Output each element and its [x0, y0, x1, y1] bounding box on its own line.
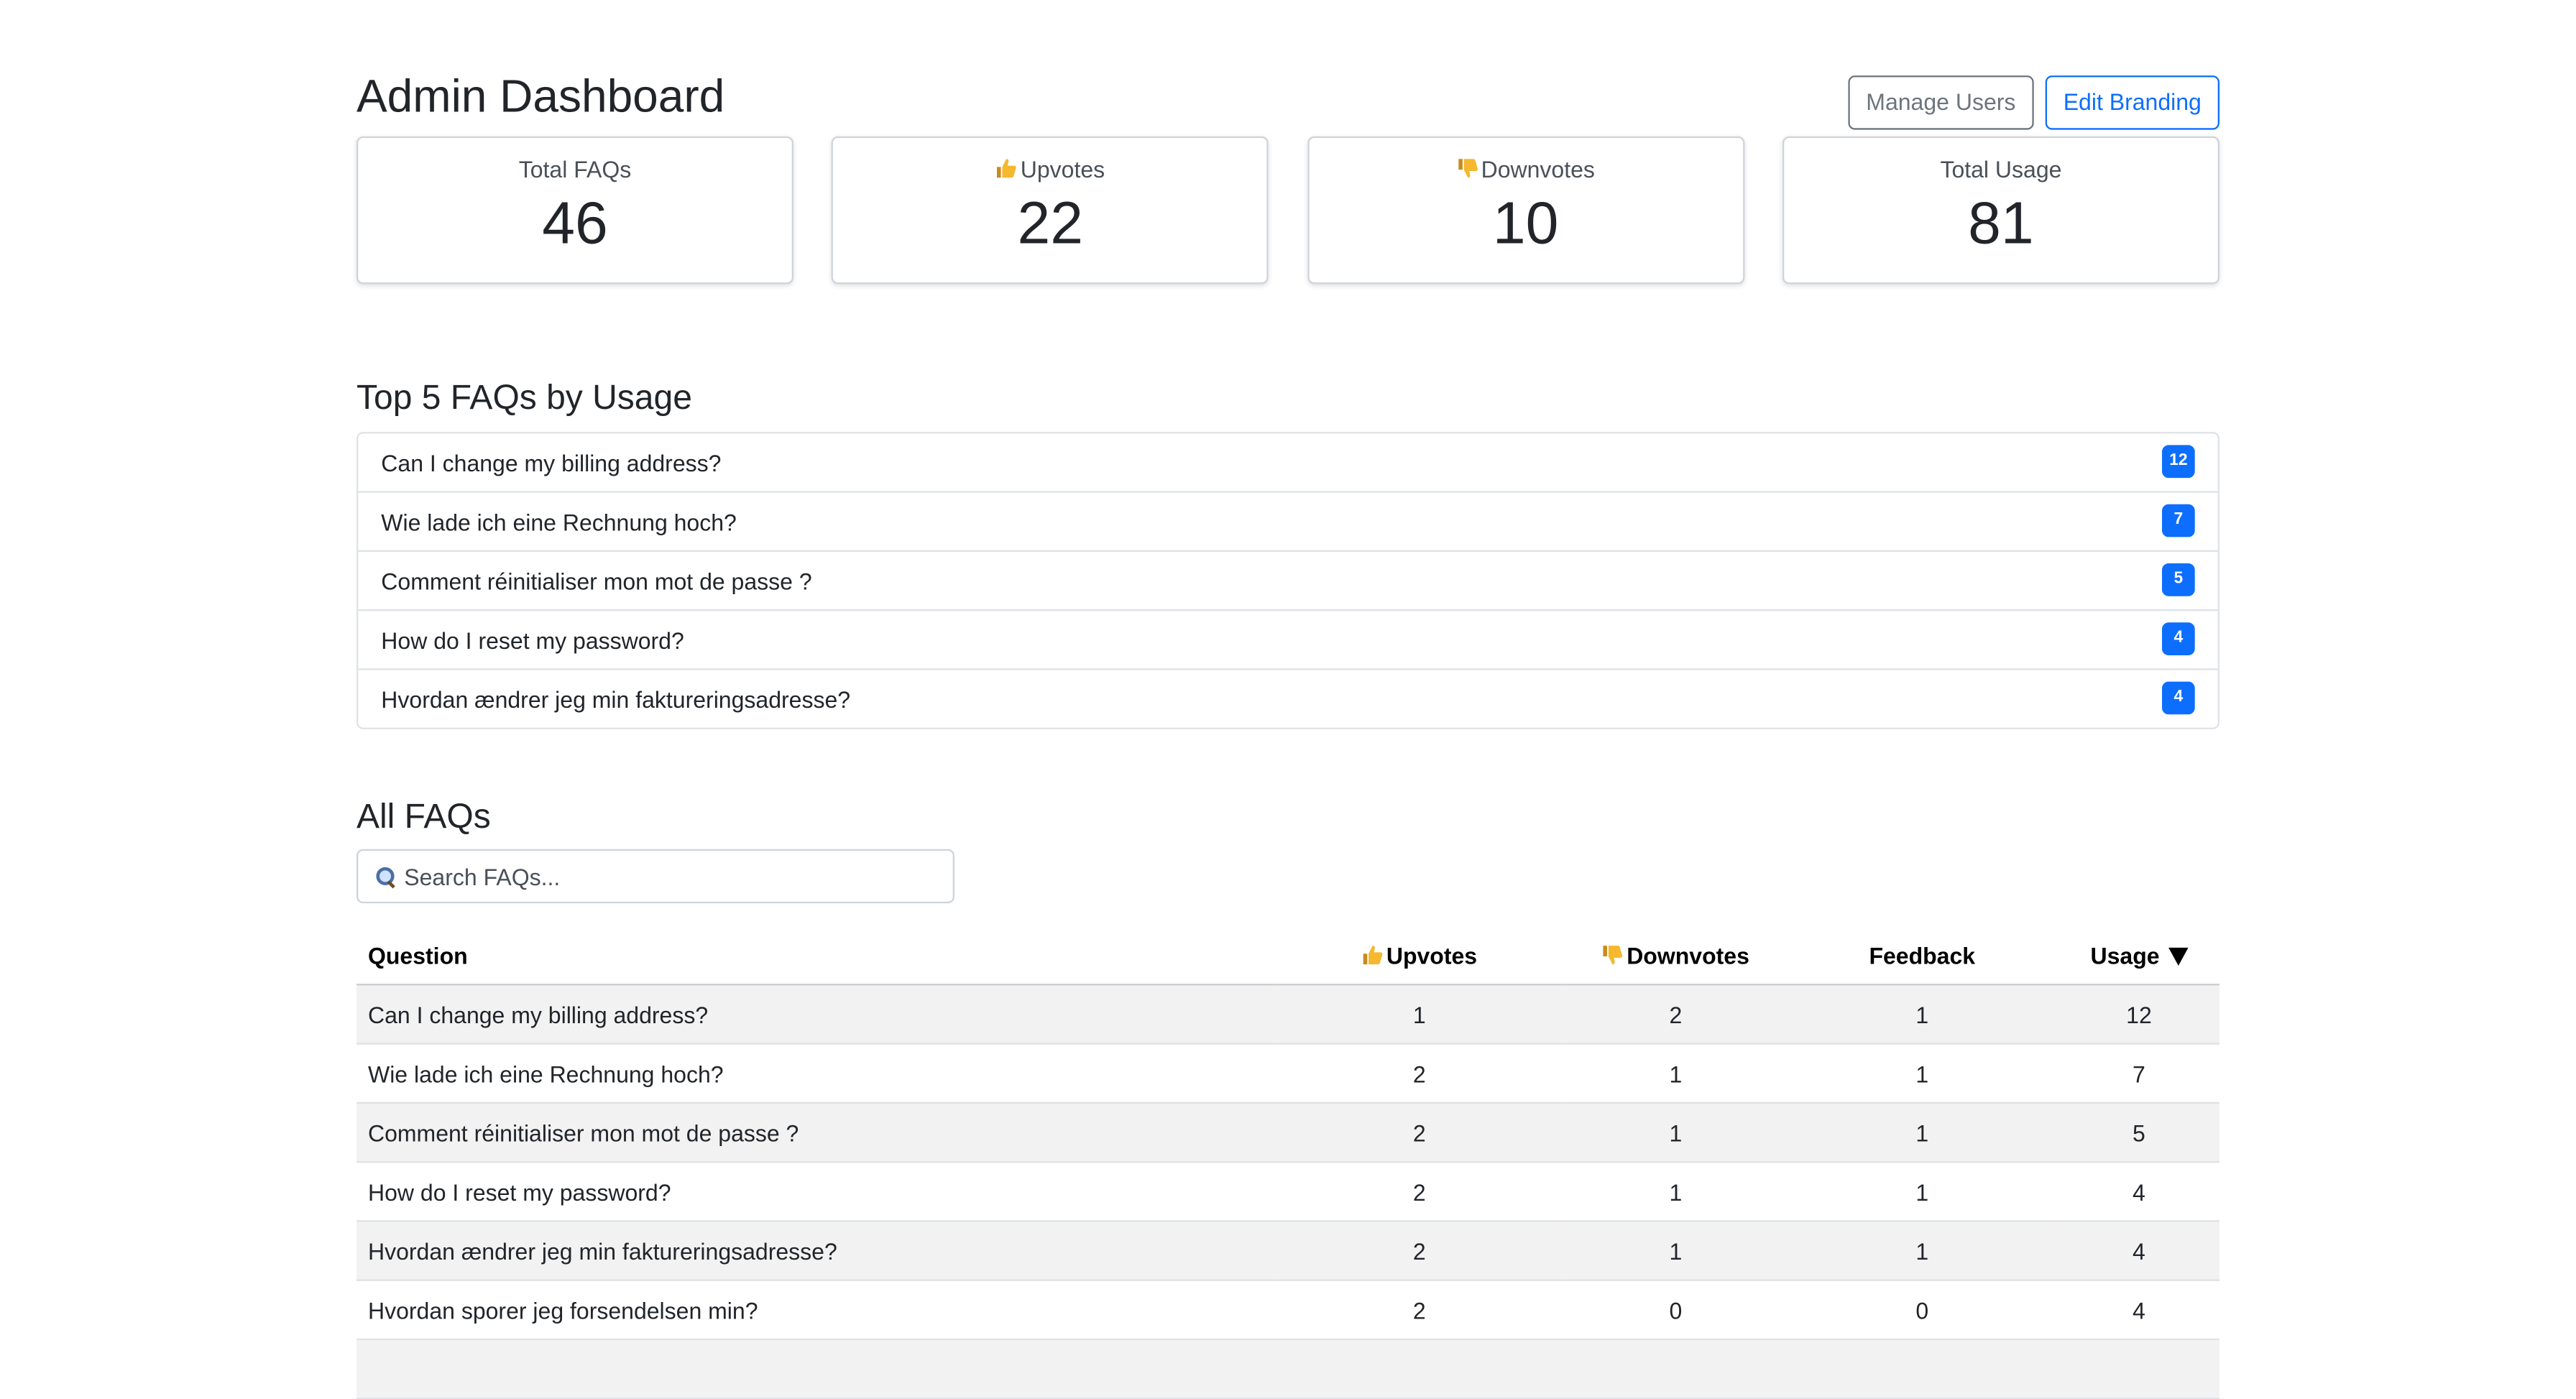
- list-item-question: Can I change my billing address?: [381, 450, 722, 476]
- cell-downvotes: [1565, 1339, 1786, 1399]
- thumbs-up-icon: [1363, 944, 1383, 964]
- top-faqs-title: Top 5 FAQs by Usage: [356, 379, 692, 417]
- cell-downvotes: 1: [1565, 1221, 1786, 1281]
- list-item-question: Hvordan ændrer jeg min faktureringsadres…: [381, 686, 851, 713]
- list-item-question: Comment réinitialiser mon mot de passe ?: [381, 568, 812, 595]
- cell-question: Hvordan sporer jeg forsendelsen min?: [356, 1280, 1274, 1341]
- list-item[interactable]: Hvordan ændrer jeg min faktureringsadres…: [358, 670, 2217, 728]
- usage-badge: 12: [2161, 445, 2195, 479]
- table-row[interactable]: Hvordan sporer jeg forsendelsen min? 2 0…: [356, 1280, 2220, 1341]
- manage-users-button[interactable]: Manage Users: [1848, 75, 2034, 130]
- column-header-downvotes[interactable]: Downvotes: [1565, 926, 1786, 986]
- cell-upvotes: 2: [1273, 1043, 1566, 1104]
- table-row[interactable]: Comment réinitialiser mon mot de passe ?…: [356, 1102, 2220, 1163]
- top-faqs-list: Can I change my billing address? 12 Wie …: [356, 432, 2220, 729]
- list-item-question: Wie lade ich eine Rechnung hoch?: [381, 509, 737, 536]
- cell-downvotes: 1: [1565, 1102, 1786, 1163]
- sort-descending-icon: [2168, 946, 2188, 965]
- admin-dashboard-page: Admin Dashboard Manage Users Edit Brandi…: [0, 0, 2576, 1399]
- cell-usage: 4: [2058, 1280, 2220, 1341]
- list-item[interactable]: How do I reset my password? 4: [358, 611, 2218, 670]
- stat-value: 46: [542, 188, 608, 257]
- cell-usage: 4: [2058, 1162, 2220, 1222]
- stat-card-downvotes: Downvotes 10: [1307, 136, 1744, 285]
- table-row[interactable]: Hvordan ændrer jeg min faktureringsadres…: [356, 1221, 2220, 1281]
- usage-badge: 4: [2161, 681, 2195, 715]
- cell-question: How do I reset my password?: [356, 1162, 1274, 1222]
- header-actions: Manage Users Edit Branding: [1848, 75, 2220, 130]
- list-item[interactable]: Wie lade ich eine Rechnung hoch? 7: [358, 493, 2218, 552]
- stat-card-total-faqs: Total FAQs 46: [356, 136, 794, 285]
- cell-usage: 7: [2058, 1043, 2220, 1104]
- dashboard-header: Admin Dashboard Manage Users Edit Brandi…: [356, 65, 2220, 131]
- stat-card-total-usage: Total Usage 81: [1782, 136, 2220, 285]
- usage-badge: 7: [2161, 504, 2195, 537]
- cell-downvotes: 1: [1565, 1162, 1786, 1222]
- stat-value: 22: [1017, 188, 1084, 257]
- page-title: Admin Dashboard: [356, 70, 725, 122]
- cell-question: Wie lade ich eine Rechnung hoch?: [356, 1043, 1274, 1104]
- stat-value: 81: [1968, 188, 2034, 257]
- cell-feedback: 0: [1785, 1280, 2058, 1341]
- thumbs-down-icon: [1458, 159, 1477, 178]
- stat-label: Upvotes: [834, 156, 1267, 184]
- stat-label: Downvotes: [1309, 156, 1742, 184]
- usage-badge: 4: [2161, 622, 2195, 655]
- table-header-row: Question Upvotes Downvotes Feedback Usag…: [356, 926, 2220, 986]
- cell-upvotes: 2: [1273, 1280, 1566, 1341]
- list-item-question: How do I reset my password?: [381, 627, 684, 654]
- cell-upvotes: 2: [1273, 1221, 1566, 1281]
- cell-question: Comment réinitialiser mon mot de passe ?: [356, 1102, 1274, 1163]
- cell-feedback: 1: [1785, 984, 2058, 1045]
- table-row[interactable]: [356, 1339, 2220, 1399]
- stats-row: Total FAQs 46 Upvotes 22 Downvotes 10 To…: [356, 136, 2220, 287]
- cell-question: Can I change my billing address?: [356, 984, 1274, 1045]
- cell-feedback: 1: [1785, 1043, 2058, 1104]
- cell-upvotes: [1273, 1339, 1566, 1399]
- list-item[interactable]: Can I change my billing address? 12: [358, 433, 2218, 493]
- column-header-upvotes[interactable]: Upvotes: [1273, 926, 1566, 986]
- stat-label: Total Usage: [1940, 156, 2062, 183]
- cell-upvotes: 1: [1273, 984, 1566, 1045]
- cell-upvotes: 2: [1273, 1102, 1566, 1163]
- cell-downvotes: 0: [1565, 1280, 1786, 1341]
- search-box[interactable]: [356, 849, 954, 904]
- search-icon: [374, 864, 397, 887]
- cell-usage: 12: [2058, 984, 2220, 1045]
- cell-feedback: [1785, 1339, 2058, 1399]
- thumbs-up-icon: [997, 159, 1017, 178]
- edit-branding-button[interactable]: Edit Branding: [2045, 75, 2220, 130]
- cell-downvotes: 1: [1565, 1043, 1786, 1104]
- cell-upvotes: 2: [1273, 1162, 1566, 1222]
- cell-feedback: 1: [1785, 1162, 2058, 1222]
- stat-label: Total FAQs: [518, 156, 632, 183]
- stat-value: 10: [1492, 188, 1559, 257]
- cell-feedback: 1: [1785, 1102, 2058, 1163]
- list-item[interactable]: Comment réinitialiser mon mot de passe ?…: [358, 552, 2218, 611]
- cell-feedback: 1: [1785, 1221, 2058, 1281]
- cell-downvotes: 2: [1565, 984, 1786, 1045]
- table-row[interactable]: Can I change my billing address? 1 2 1 1…: [356, 984, 2220, 1045]
- table-row[interactable]: How do I reset my password? 2 1 1 4: [356, 1162, 2220, 1222]
- cell-usage: [2058, 1339, 2220, 1399]
- search-input[interactable]: [404, 863, 930, 890]
- usage-badge: 5: [2161, 563, 2195, 596]
- column-header-feedback[interactable]: Feedback: [1785, 926, 2058, 986]
- stat-card-upvotes: Upvotes 22: [832, 136, 1269, 285]
- cell-question: Hvordan ændrer jeg min faktureringsadres…: [356, 1221, 1274, 1281]
- cell-question: [356, 1339, 1274, 1399]
- thumbs-down-icon: [1603, 944, 1623, 964]
- faq-table: Question Upvotes Downvotes Feedback Usag…: [356, 926, 2220, 1399]
- all-faqs-title: All FAQs: [356, 798, 491, 836]
- table-row[interactable]: Wie lade ich eine Rechnung hoch? 2 1 1 7: [356, 1043, 2220, 1104]
- column-header-usage[interactable]: Usage: [2058, 926, 2220, 986]
- cell-usage: 5: [2058, 1102, 2220, 1163]
- column-header-question[interactable]: Question: [356, 926, 1274, 986]
- cell-usage: 4: [2058, 1221, 2220, 1281]
